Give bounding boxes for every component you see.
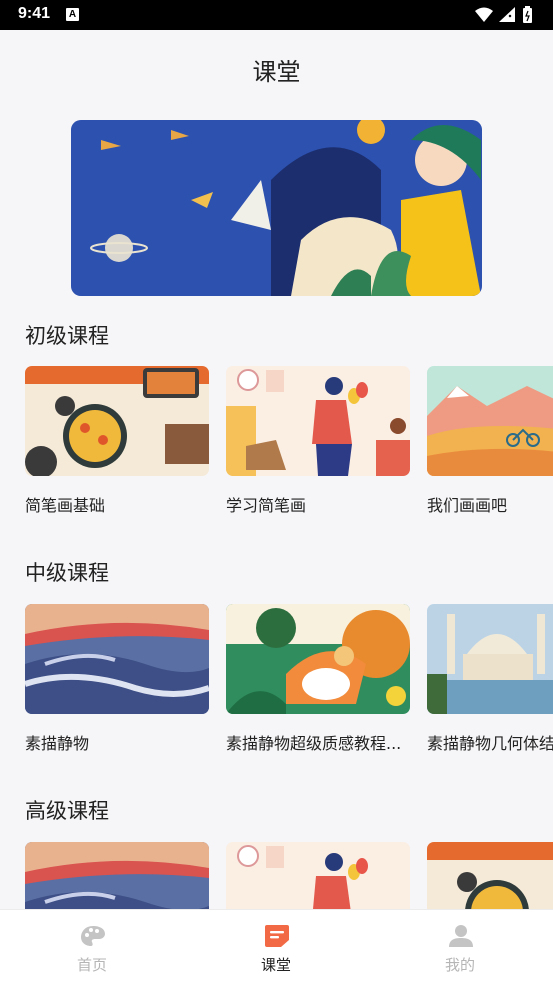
status-icons: [475, 6, 532, 23]
course-card[interactable]: 素描静物几何体结: [427, 604, 553, 754]
palette-icon: [81, 926, 105, 946]
course-card[interactable]: 素描静物: [25, 604, 209, 754]
course-thumbnail[interactable]: [226, 604, 410, 714]
course-card[interactable]: 简笔画基础: [25, 366, 209, 516]
tab-label-classroom: 课堂: [260, 956, 291, 974]
course-row-advanced[interactable]: [25, 842, 553, 909]
notification-icon: A: [66, 8, 79, 21]
section-title-beginner: 初级课程: [25, 324, 109, 348]
page-title: 课堂: [252, 58, 301, 86]
course-row-beginner[interactable]: 简笔画基础 学习简笔画 我们画画吧: [25, 366, 553, 536]
course-title: 我们画画吧: [427, 496, 508, 515]
classroom-icon: [265, 925, 289, 947]
tab-profile[interactable]: 我的: [400, 910, 520, 984]
course-thumbnail[interactable]: [25, 842, 209, 909]
tab-label-profile: 我的: [444, 956, 475, 974]
wifi-icon: [475, 7, 493, 22]
course-card[interactable]: 素描静物超级质感教程...: [226, 604, 410, 754]
course-thumbnail[interactable]: [25, 366, 209, 476]
course-card[interactable]: 我们画画吧: [427, 366, 553, 516]
course-title: 学习简笔画: [226, 496, 307, 515]
section-title-advanced: 高级课程: [25, 799, 109, 823]
course-card[interactable]: [25, 842, 209, 909]
course-thumbnail[interactable]: [226, 842, 410, 909]
signal-icon: [499, 7, 515, 22]
course-thumbnail[interactable]: [427, 366, 553, 476]
course-title: 素描静物: [25, 734, 90, 753]
section-title-intermediate: 中级课程: [25, 561, 109, 585]
course-row-intermediate[interactable]: 素描静物 素描静物超级质感教程... 素描静物几何体结: [25, 604, 553, 774]
status-time: 9:41: [18, 5, 51, 22]
banner-image[interactable]: [71, 120, 482, 296]
course-thumbnail[interactable]: [25, 604, 209, 714]
course-title: 简笔画基础: [25, 496, 106, 515]
course-thumbnail[interactable]: [427, 604, 553, 714]
person-icon: [449, 925, 473, 947]
course-thumbnail[interactable]: [226, 366, 410, 476]
course-card[interactable]: [427, 842, 553, 909]
course-title: 素描静物几何体结: [427, 734, 553, 753]
course-title: 素描静物超级质感教程...: [226, 734, 402, 753]
tab-classroom[interactable]: 课堂: [216, 910, 336, 984]
course-card[interactable]: 学习简笔画: [226, 366, 410, 516]
bottom-tab-bar: 首页 课堂 我的: [0, 909, 553, 984]
tab-home[interactable]: 首页: [32, 910, 152, 984]
course-card[interactable]: [226, 842, 410, 909]
status-bar: 9:41 A: [0, 0, 553, 30]
course-thumbnail[interactable]: [427, 842, 553, 909]
tab-label-home: 首页: [76, 956, 107, 974]
